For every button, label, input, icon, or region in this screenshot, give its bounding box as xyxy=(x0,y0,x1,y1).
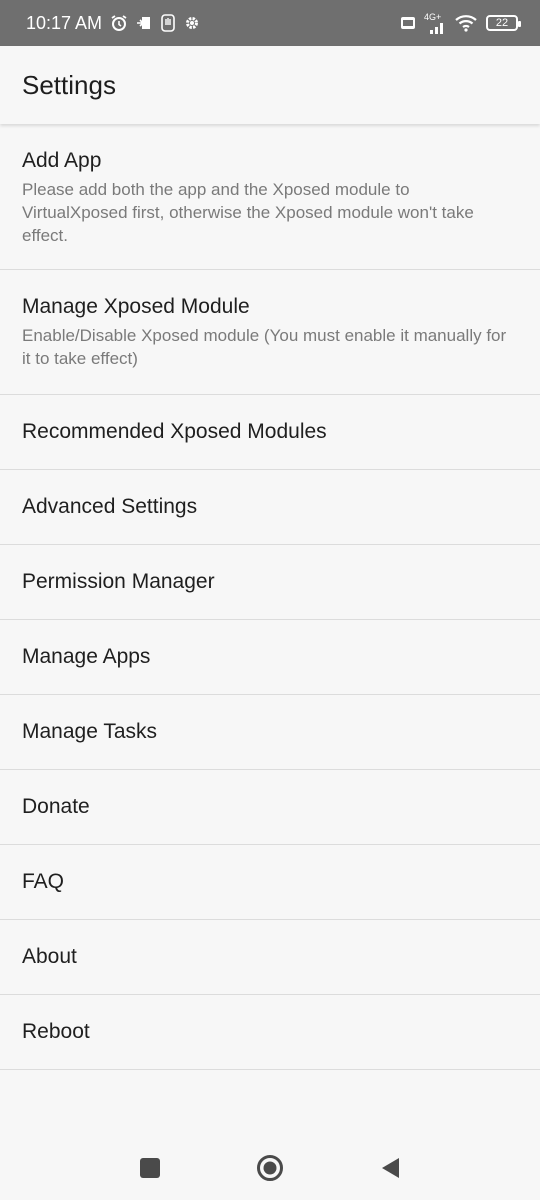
volte-icon xyxy=(400,15,416,31)
screen-cast-icon xyxy=(136,15,152,31)
item-title: Manage Apps xyxy=(22,645,151,668)
item-title: Advanced Settings xyxy=(22,495,198,518)
item-title: Permission Manager xyxy=(22,570,215,593)
wifi-icon xyxy=(454,14,478,32)
item-title: Recommended Xposed Modules xyxy=(22,420,327,443)
app-bar: Settings xyxy=(0,46,540,124)
status-time: 10:17 AM xyxy=(26,12,103,33)
hand-icon xyxy=(160,14,176,32)
battery-icon: 22 xyxy=(486,15,521,31)
status-right: 4G+ 22 xyxy=(400,11,521,34)
battery-level: 22 xyxy=(495,17,509,29)
network-label: 4G+ xyxy=(424,11,442,22)
recents-icon[interactable] xyxy=(136,1154,164,1182)
settings-item-reboot[interactable]: Reboot xyxy=(0,995,540,1070)
item-title: About xyxy=(22,945,77,968)
item-title: Reboot xyxy=(22,1020,90,1043)
settings-list: Add App Please add both the app and the … xyxy=(0,124,540,1070)
settings-item-permission-manager[interactable]: Permission Manager xyxy=(0,545,540,620)
status-bar: 10:17 AM 4G+ 22 xyxy=(0,0,540,46)
settings-item-manage-apps[interactable]: Manage Apps xyxy=(0,620,540,695)
settings-item-advanced-settings[interactable]: Advanced Settings xyxy=(0,470,540,545)
item-title: Manage Xposed Module xyxy=(22,295,250,318)
item-summary: Enable/Disable Xposed module (You must e… xyxy=(22,326,507,368)
back-icon[interactable] xyxy=(376,1154,404,1182)
item-title: Donate xyxy=(22,795,90,818)
settings-item-about[interactable]: About xyxy=(0,920,540,995)
item-summary: Please add both the app and the Xposed m… xyxy=(22,180,474,245)
home-icon[interactable] xyxy=(256,1154,284,1182)
settings-item-donate[interactable]: Donate xyxy=(0,770,540,845)
signal-4g-icon: 4G+ xyxy=(424,11,446,34)
settings-item-recommended-modules[interactable]: Recommended Xposed Modules xyxy=(0,395,540,470)
item-title: Add App xyxy=(22,149,102,172)
gear-icon xyxy=(184,15,200,31)
settings-item-manage-tasks[interactable]: Manage Tasks xyxy=(0,695,540,770)
page-title: Settings xyxy=(22,69,116,100)
alarm-icon xyxy=(110,14,128,32)
settings-item-faq[interactable]: FAQ xyxy=(0,845,540,920)
status-left: 10:17 AM xyxy=(26,13,200,34)
settings-item-add-app[interactable]: Add App Please add both the app and the … xyxy=(0,124,540,270)
navigation-bar xyxy=(0,1136,540,1200)
item-title: Manage Tasks xyxy=(22,720,158,743)
settings-item-manage-xposed-module[interactable]: Manage Xposed Module Enable/Disable Xpos… xyxy=(0,270,540,395)
item-title: FAQ xyxy=(22,870,65,893)
